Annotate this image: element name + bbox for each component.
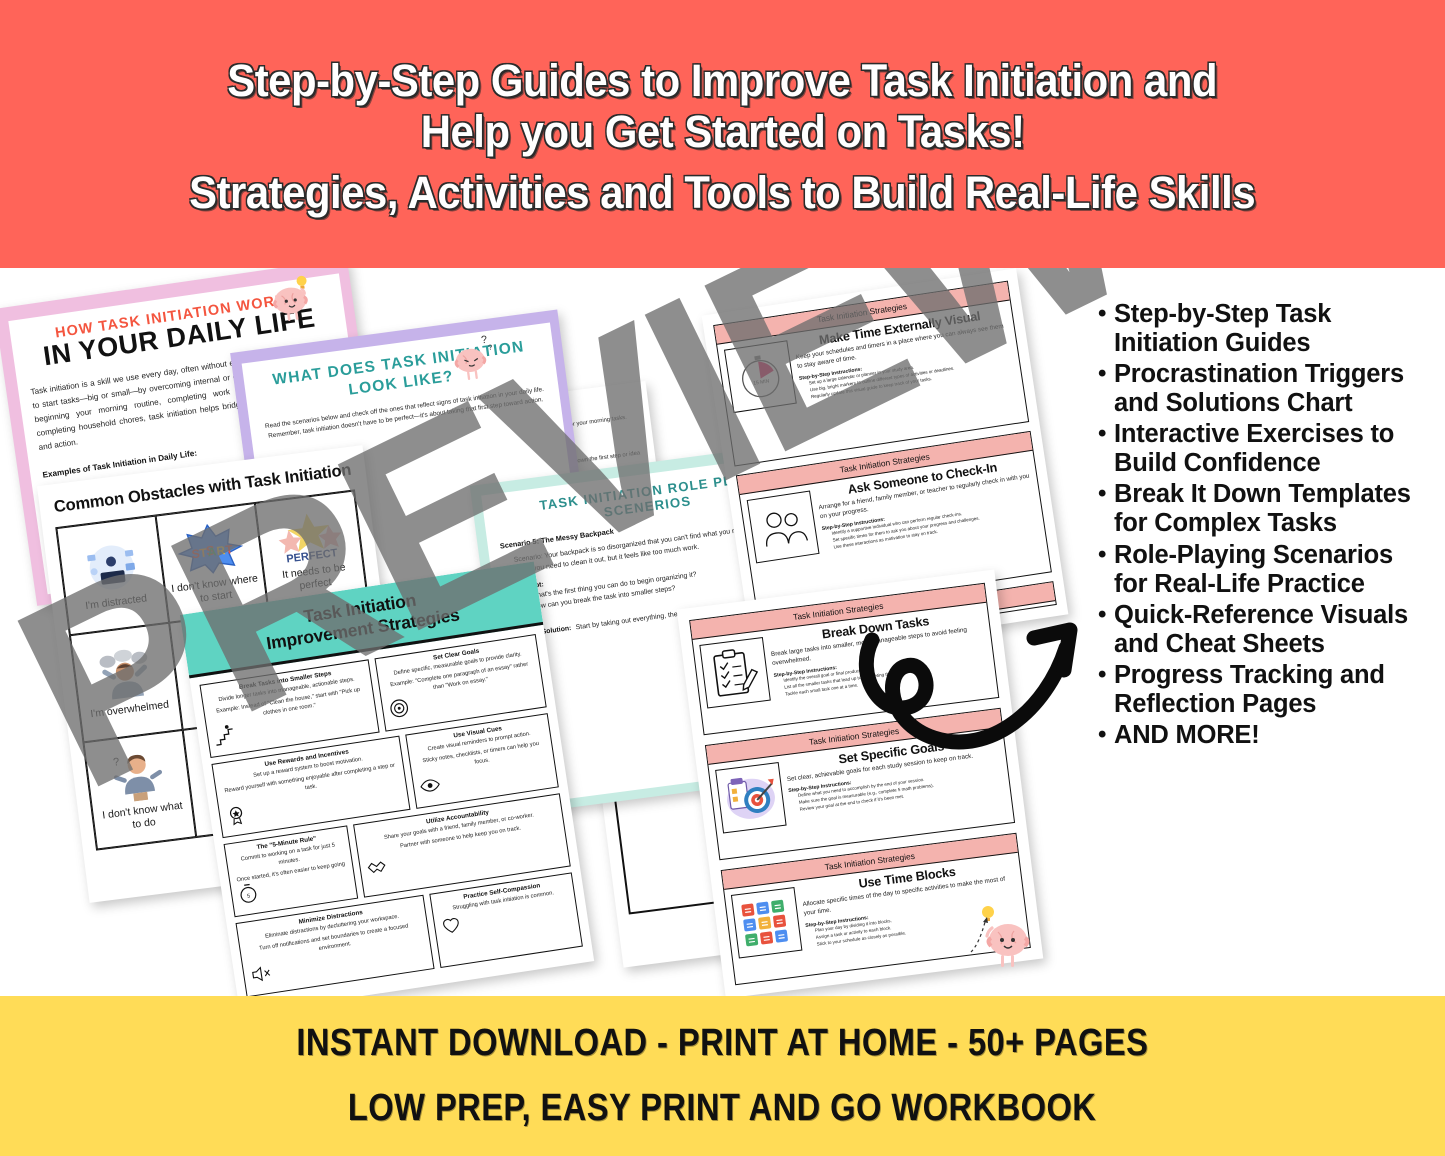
bullet-icon: •	[1098, 480, 1107, 508]
people-icon	[746, 490, 820, 564]
strategy-card: Task Initiation Strategies Use Time Bloc…	[720, 832, 1031, 986]
calendar-blocks-icon	[730, 887, 803, 959]
target-icon	[390, 699, 408, 718]
bullet-icon: •	[1098, 420, 1107, 448]
feature-item: • Step-by-Step Task Initiation Guides	[1098, 300, 1418, 358]
confused-person-icon: ?	[101, 746, 175, 806]
bullet-icon: •	[1098, 300, 1107, 327]
obstacle-cell: ? I don't know what to do	[83, 729, 197, 850]
target-checklist-icon	[715, 762, 787, 834]
feature-item-label: Quick-Reference Visuals and Cheat Sheets	[1114, 600, 1408, 658]
heart-icon	[443, 918, 459, 934]
bullet-icon: •	[1098, 600, 1107, 628]
feature-item: • Progress Tracking and Reflection Pages	[1098, 661, 1418, 719]
footer-line-2: LOW PREP, EASY PRINT AND GO WORKBOOK	[348, 1087, 1097, 1129]
feature-item: • Procrastination Triggers and Solutions …	[1098, 360, 1418, 418]
worksheet-strategy-cards-right: Task Initiation Strategies Break Down Ta…	[676, 569, 1044, 996]
header-line-1: Step-by-Step Guides to Improve Task Init…	[227, 54, 1218, 106]
obstacle-cell: I'm distracted	[56, 515, 170, 636]
timer-15min-icon: 15 MIN	[723, 340, 797, 414]
worksheet-improvement-strategies: Task Initiation Improvement Strategies B…	[179, 561, 595, 996]
feature-item-label: AND MORE!	[1114, 720, 1260, 749]
feature-item-label: Role-Playing Scenarios for Real-Life Pra…	[1114, 540, 1394, 598]
strategy-card: Task Initiation Strategies Break Down Ta…	[689, 582, 1000, 736]
clipboard-checklist-pencil-icon	[699, 637, 771, 709]
feature-item-label: Procrastination Triggers and Solutions C…	[1114, 360, 1404, 418]
feature-item-label: Progress Tracking and Reflection Pages	[1114, 660, 1385, 718]
feature-item: • Break It Down Templates for Complex Tas…	[1098, 480, 1418, 538]
improvement-card: Use Visual Cues Create visual reminders …	[405, 713, 559, 809]
header-line-2: Help you Get Started on Tasks!	[420, 106, 1025, 158]
product-listing-image: Step-by-Step Guides to Improve Task Init…	[0, 0, 1445, 1156]
strategy-card: Task Initiation Strategies Set Specific …	[704, 707, 1016, 861]
bullet-icon: •	[1098, 720, 1107, 748]
handshake-icon	[367, 861, 386, 873]
overwhelmed-person-icon	[88, 645, 162, 705]
start-burst-icon: SSTARTSTART	[173, 519, 247, 579]
obstacle-cell: I'm overwhelmed	[69, 622, 183, 743]
feature-list: • Step-by-Step Task Initiation Guides • Pr…	[1098, 300, 1418, 752]
improvement-card: Practice Self-Compassion Struggling with…	[429, 872, 583, 968]
bullet-icon: •	[1098, 540, 1107, 568]
medal-icon	[229, 806, 243, 826]
feature-item: • Role-Playing Scenarios for Real-Life Pr…	[1098, 541, 1418, 599]
feature-item-label: Interactive Exercises to Build Confidenc…	[1114, 420, 1395, 478]
distracted-person-icon	[75, 538, 149, 598]
footer-banner: INSTANT DOWNLOAD - PRINT AT HOME - 50+ P…	[0, 996, 1445, 1156]
svg-text:5: 5	[247, 894, 251, 900]
header-banner: Step-by-Step Guides to Improve Task Init…	[0, 0, 1445, 268]
feature-item: • AND MORE!	[1098, 721, 1418, 750]
bullet-icon: •	[1098, 360, 1107, 388]
feature-item: • Interactive Exercises to Build Confiden…	[1098, 420, 1418, 478]
mute-icon	[252, 966, 271, 982]
perfect-stars-icon: PERFECT	[272, 506, 346, 566]
footer-line-1: INSTANT DOWNLOAD - PRINT AT HOME - 50+ P…	[296, 1022, 1149, 1064]
svg-text:?: ?	[112, 756, 120, 769]
bullet-icon: •	[1098, 660, 1107, 688]
feature-item: • Quick-Reference Visuals and Cheat Sheet…	[1098, 601, 1418, 659]
worksheet-collage: STARTING YOUR MORNING ROUTINE You get ou…	[0, 268, 1445, 996]
improvement-card: The "5-Minute Rule" Commit to working on…	[223, 825, 359, 918]
timer-icon: 5	[240, 884, 257, 904]
stairs-icon	[216, 725, 233, 747]
feature-item-label: Break It Down Templates for Complex Task…	[1114, 480, 1411, 538]
eye-icon	[420, 779, 440, 792]
header-line-3: Strategies, Activities and Tools to Buil…	[189, 166, 1256, 218]
feature-item-label: Step-by-Step Task Initiation Guides	[1114, 300, 1332, 358]
